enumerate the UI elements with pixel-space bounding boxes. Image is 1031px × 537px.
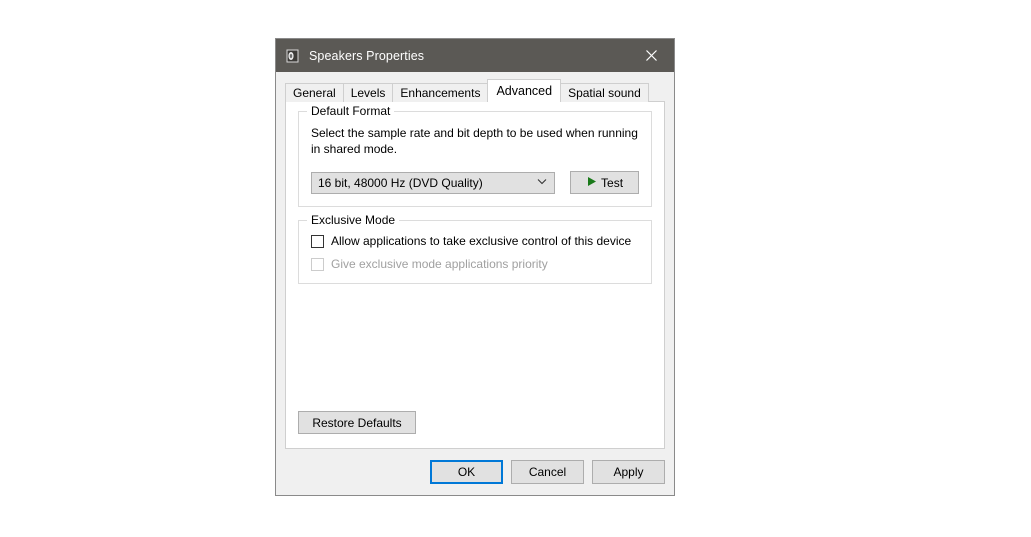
exclusive-priority-label: Give exclusive mode applications priorit… (331, 257, 548, 271)
tab-general[interactable]: General (285, 83, 344, 102)
test-button-label: Test (601, 175, 624, 190)
exclusive-mode-group: Exclusive Mode Allow applications to tak… (298, 213, 652, 284)
exclusive-mode-group-label: Exclusive Mode (307, 213, 400, 227)
default-format-selected-value: 16 bit, 48000 Hz (DVD Quality) (318, 175, 483, 190)
close-icon[interactable] (629, 39, 674, 72)
allow-exclusive-control-checkbox[interactable] (311, 234, 324, 248)
allow-exclusive-control-row[interactable]: Allow applications to take exclusive con… (311, 234, 639, 248)
play-icon (586, 176, 597, 190)
apply-button[interactable]: Apply (592, 460, 665, 484)
exclusive-priority-checkbox (311, 257, 324, 271)
restore-defaults-area: Restore Defaults (298, 411, 652, 448)
default-format-row: 16 bit, 48000 Hz (DVD Quality) Test (311, 171, 639, 194)
default-format-description: Select the sample rate and bit depth to … (311, 126, 638, 156)
tab-spatial-sound[interactable]: Spatial sound (560, 83, 649, 102)
speaker-icon (285, 48, 301, 64)
default-format-group: Default Format Select the sample rate an… (298, 104, 652, 207)
tab-levels[interactable]: Levels (342, 83, 394, 102)
speakers-properties-dialog: Speakers Properties General Levels Enhan… (275, 38, 675, 496)
ok-button[interactable]: OK (430, 460, 503, 484)
dialog-body: General Levels Enhancements Advanced Spa… (276, 72, 674, 449)
tab-advanced[interactable]: Advanced (487, 79, 562, 102)
default-format-group-label: Default Format (307, 104, 395, 118)
title-bar: Speakers Properties (276, 39, 674, 72)
cancel-button[interactable]: Cancel (511, 460, 584, 484)
test-button[interactable]: Test (570, 171, 639, 194)
tab-enhancements[interactable]: Enhancements (392, 83, 489, 102)
dialog-footer: OK Cancel Apply (276, 449, 674, 495)
restore-defaults-button[interactable]: Restore Defaults (298, 411, 416, 434)
window-title: Speakers Properties (309, 48, 425, 63)
tab-strip: General Levels Enhancements Advanced Spa… (285, 79, 665, 102)
allow-exclusive-control-label: Allow applications to take exclusive con… (331, 234, 632, 248)
advanced-tab-panel: Default Format Select the sample rate an… (285, 101, 665, 449)
exclusive-priority-row: Give exclusive mode applications priorit… (311, 257, 639, 271)
default-format-select[interactable]: 16 bit, 48000 Hz (DVD Quality) (311, 171, 556, 194)
chevron-down-icon (536, 175, 548, 190)
